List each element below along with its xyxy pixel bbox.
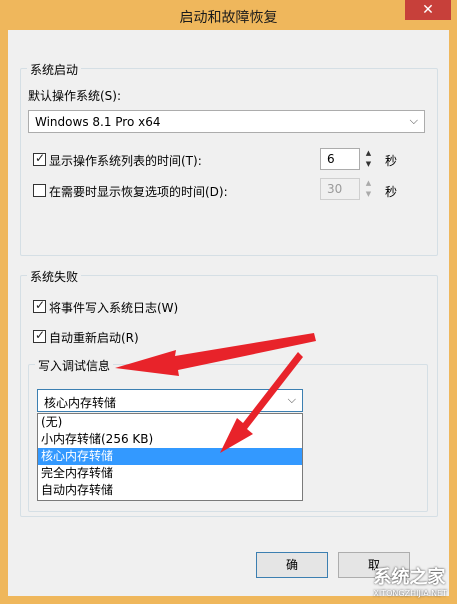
show-list-checkbox[interactable]: ✓ (33, 151, 46, 166)
show-recovery-spinner[interactable]: ▲ ▼ (362, 178, 375, 200)
watermark-subtext: XITONGZHIJIA.NET (373, 589, 447, 598)
show-list-time-value: 6 (327, 152, 335, 166)
spin-down-icon[interactable]: ▼ (362, 159, 375, 170)
chevron-down-icon: ⌵ (409, 114, 418, 127)
window-title: 启动和故障恢复 (179, 10, 278, 26)
dialog-window: 启动和故障恢复 ✕ 系统启动 默认操作系统(S): Windows 8.1 Pr… (0, 0, 457, 604)
checkmark-icon: ✓ (35, 328, 46, 342)
default-os-select[interactable]: Windows 8.1 Pro x64 ⌵ (28, 110, 425, 133)
close-button[interactable]: ✕ (405, 0, 451, 20)
debug-info-legend: 写入调试信息 (35, 357, 114, 374)
show-list-time-input[interactable]: 6 (320, 148, 360, 170)
show-list-spinner[interactable]: ▲ ▼ (362, 148, 375, 170)
chevron-down-icon: ⌵ (287, 393, 296, 406)
auto-restart-label: 自动重新启动(R) (49, 331, 139, 345)
spin-up-icon[interactable]: ▲ (362, 148, 375, 159)
write-event-label: 将事件写入系统日志(W) (49, 301, 179, 315)
default-os-value: Windows 8.1 Pro x64 (35, 115, 161, 129)
show-recovery-time-value: 30 (327, 182, 343, 196)
spin-down-icon[interactable]: ▼ (362, 189, 375, 200)
show-recovery-checkbox[interactable] (33, 184, 46, 197)
show-list-label: 显示操作系统列表的时间(T): (49, 154, 202, 168)
debug-info-value: 核心内存转储 (44, 396, 117, 410)
debug-option-none[interactable]: (无) (38, 414, 302, 431)
debug-option-small[interactable]: 小内存转储(256 KB) (38, 431, 302, 448)
show-list-unit: 秒 (385, 154, 398, 168)
auto-restart-checkbox[interactable]: ✓ (33, 328, 46, 343)
ok-button[interactable]: 确 (256, 552, 328, 578)
debug-option-automatic[interactable]: 自动内存转储 (38, 482, 302, 499)
debug-info-select[interactable]: 核心内存转储 ⌵ (37, 389, 303, 412)
checkmark-icon: ✓ (35, 151, 46, 165)
dialog-client: 系统启动 默认操作系统(S): Windows 8.1 Pro x64 ⌵ ✓ … (8, 30, 449, 596)
spin-up-icon[interactable]: ▲ (362, 178, 375, 189)
startup-legend: 系统启动 (27, 61, 82, 78)
failure-legend: 系统失败 (27, 268, 82, 285)
show-recovery-time-input[interactable]: 30 (320, 178, 360, 200)
watermark: 系统之家 XITONGZHIJIA.NET (373, 563, 447, 598)
watermark-text: 系统之家 (373, 567, 446, 588)
debug-option-kernel[interactable]: 核心内存转储 (38, 448, 302, 465)
default-os-label: 默认操作系统(S): (28, 89, 122, 103)
show-recovery-unit: 秒 (385, 185, 398, 199)
debug-option-complete[interactable]: 完全内存转储 (38, 465, 302, 482)
title-bar[interactable]: 启动和故障恢复 ✕ (0, 0, 457, 30)
debug-info-dropdown-list: (无) 小内存转储(256 KB) 核心内存转储 完全内存转储 自动内存转储 (37, 413, 303, 501)
show-recovery-label: 在需要时显示恢复选项的时间(D): (49, 185, 228, 199)
write-event-checkbox[interactable]: ✓ (33, 298, 46, 313)
checkmark-icon: ✓ (35, 298, 46, 312)
